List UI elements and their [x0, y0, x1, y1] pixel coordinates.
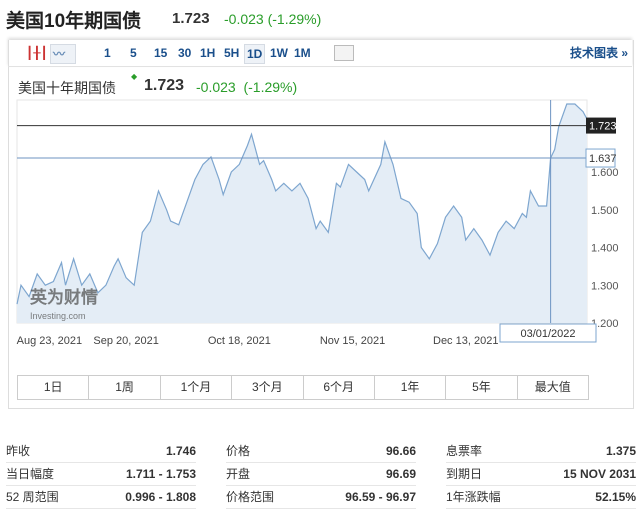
range-button[interactable]: 6个月 [304, 376, 375, 399]
range-button[interactable]: 1年 [375, 376, 447, 399]
stat-value: 1.746 [165, 444, 196, 458]
x-tick-label: Nov 15, 2021 [320, 335, 385, 347]
stat-value: 52.15% [595, 490, 636, 504]
y-tick-label: 1.400 [591, 243, 619, 255]
stat-value: 96.69 [385, 467, 416, 481]
stat-row: 昨收 1.746 [6, 440, 196, 463]
y-tick-label: 1.300 [591, 280, 619, 292]
stat-row: 当日幅度 1.711 - 1.753 [6, 463, 196, 486]
range-button[interactable]: 1周 [89, 376, 161, 399]
x-tick-label: Dec 13, 2021 [433, 335, 498, 347]
y-tick-label: 1.600 [591, 167, 619, 179]
stat-label: 当日幅度 [6, 467, 55, 481]
stat-value: 1.375 [605, 444, 636, 458]
range-button[interactable]: 3个月 [232, 376, 304, 399]
stat-row: 到期日 15 NOV 2031 [446, 463, 636, 486]
stat-value: 1.711 - 1.753 [125, 467, 196, 481]
stat-label: 开盘 [226, 467, 251, 481]
y-tick-label: 1.500 [591, 205, 619, 217]
stat-row: 价格 96.66 [226, 440, 416, 463]
stat-label: 1年涨跌幅 [446, 490, 501, 504]
stat-label: 价格范围 [226, 490, 275, 504]
stat-row: 开盘 96.69 [226, 463, 416, 486]
stat-value: 96.59 - 96.97 [345, 490, 416, 504]
stat-value: 15 NOV 2031 [563, 467, 636, 481]
stat-label: 昨收 [6, 444, 31, 458]
range-button[interactable]: 1个月 [161, 376, 233, 399]
stat-value: 96.66 [385, 444, 416, 458]
stat-row: 价格范围 96.59 - 96.97 [226, 486, 416, 509]
stat-label: 价格 [226, 444, 251, 458]
crosshair-date-label: 03/01/2022 [520, 328, 575, 340]
stat-label: 52 周范围 [6, 490, 59, 504]
stat-label: 到期日 [446, 467, 483, 481]
x-tick-label: Sep 20, 2021 [93, 335, 158, 347]
range-button[interactable]: 5年 [446, 376, 518, 399]
range-button[interactable]: 最大值 [518, 376, 588, 399]
stat-row: 1年涨跌幅 52.15% [446, 486, 636, 509]
crosshair-value-label: 1.637 [589, 153, 617, 165]
stat-value: 0.996 - 1.808 [125, 490, 196, 504]
stat-row: 息票率 1.375 [446, 440, 636, 463]
watermark-logo: 英为财情 Investing.com [30, 288, 98, 321]
x-tick-label: Aug 23, 2021 [17, 335, 82, 347]
range-selector: 1日 1周 1个月 3个月 6个月 1年 5年 最大值 [17, 375, 589, 400]
last-price-label: 1.723 [589, 121, 617, 133]
x-tick-label: Oct 18, 2021 [208, 335, 271, 347]
stat-row: 52 周范围 0.996 - 1.808 [6, 486, 196, 509]
stat-label: 息票率 [446, 444, 483, 458]
range-button[interactable]: 1日 [18, 376, 90, 399]
